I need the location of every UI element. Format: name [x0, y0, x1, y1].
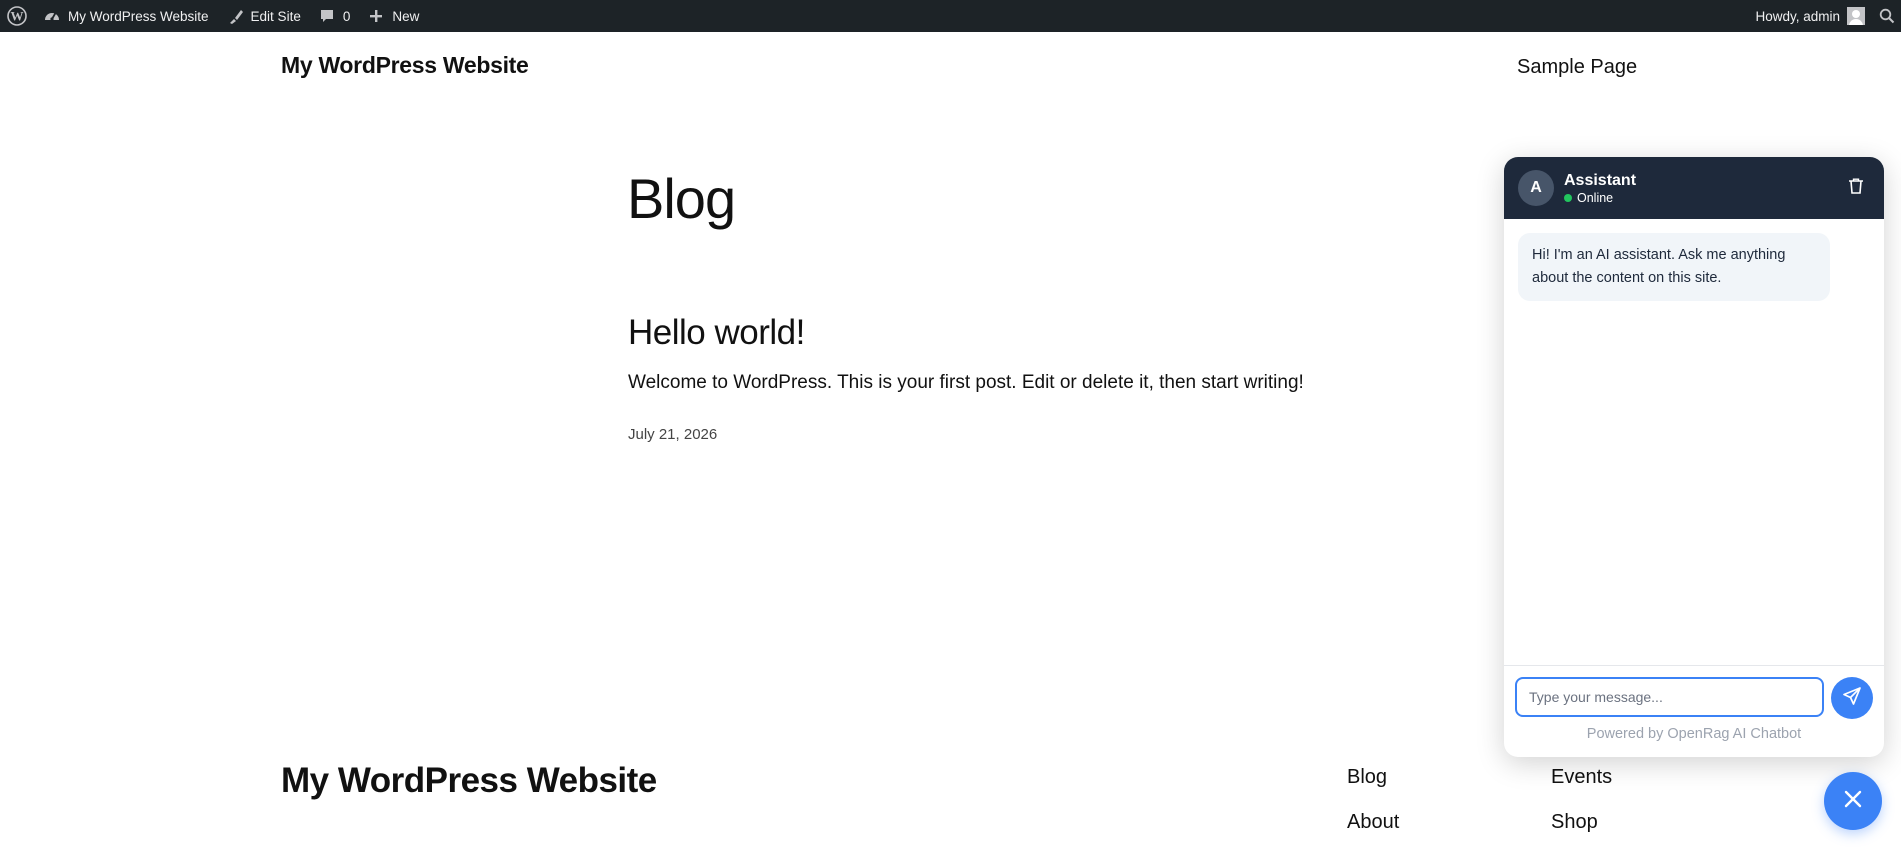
chat-messages: Hi! I'm an AI assistant. Ask me anything…: [1504, 219, 1884, 665]
wordpress-logo-icon: W: [7, 6, 27, 26]
page-title: Blog: [627, 167, 736, 230]
chat-status-label: Online: [1577, 190, 1614, 205]
brush-icon: [225, 6, 245, 26]
footer-site-title[interactable]: My WordPress Website: [281, 761, 657, 801]
my-account-button[interactable]: Howdy, admin: [1747, 0, 1873, 32]
plus-icon: [366, 6, 386, 26]
chat-identity: Assistant Online: [1564, 171, 1636, 206]
assistant-message: Hi! I'm an AI assistant. Ask me anything…: [1518, 233, 1830, 301]
post-excerpt: Welcome to WordPress. This is your first…: [628, 372, 1304, 393]
close-icon: [1843, 789, 1863, 814]
chat-status: Online: [1564, 190, 1636, 206]
chat-header: A Assistant Online: [1504, 157, 1884, 219]
wordpress-logo-button[interactable]: W: [0, 0, 34, 32]
nav-item-sample-page[interactable]: Sample Page: [1517, 56, 1637, 79]
comment-icon: [317, 6, 337, 26]
trash-icon: [1847, 177, 1865, 200]
powered-by-label: Powered by OpenRag AI Chatbot: [1586, 726, 1802, 742]
chat-assistant-name: Assistant: [1564, 171, 1637, 189]
footer-link-blog[interactable]: Blog: [1347, 766, 1387, 789]
edit-site-button[interactable]: Edit Site: [217, 0, 309, 32]
send-button[interactable]: [1831, 677, 1873, 719]
chat-widget: A Assistant Online Hi! I'm an AI assista…: [1504, 157, 1884, 757]
comments-count: 0: [342, 8, 351, 24]
chat-toggle-button[interactable]: [1824, 772, 1882, 830]
post-title[interactable]: Hello world!: [628, 313, 805, 353]
admin-bar-site-name: My WordPress Website: [68, 8, 209, 24]
dashboard-icon: [42, 6, 62, 26]
avatar: [1847, 7, 1865, 25]
admin-bar-site-link[interactable]: My WordPress Website: [34, 0, 217, 32]
howdy-label: Howdy, admin: [1755, 8, 1840, 24]
footer-link-about[interactable]: About: [1347, 811, 1399, 834]
new-label: New: [392, 8, 420, 24]
chat-avatar: A: [1518, 170, 1554, 206]
clear-chat-button[interactable]: [1842, 174, 1870, 202]
site-title[interactable]: My WordPress Website: [281, 52, 529, 79]
comments-button[interactable]: 0: [309, 0, 359, 32]
chat-message-input[interactable]: [1515, 677, 1824, 717]
footer-link-shop[interactable]: Shop: [1551, 811, 1598, 834]
svg-text:W: W: [11, 9, 24, 24]
edit-site-label: Edit Site: [250, 8, 301, 24]
new-content-button[interactable]: New: [358, 0, 427, 32]
admin-bar: W My WordPress Website Edit Site 0 New H…: [0, 0, 1901, 32]
send-icon: [1842, 686, 1862, 711]
footer-link-events[interactable]: Events: [1551, 766, 1612, 789]
admin-search-button[interactable]: [1873, 0, 1901, 32]
post-date[interactable]: July 21, 2026: [628, 426, 717, 443]
search-icon: [1879, 8, 1895, 24]
online-dot-icon: [1564, 193, 1572, 202]
chat-footer: Powered by OpenRag AI Chatbot: [1504, 665, 1884, 757]
